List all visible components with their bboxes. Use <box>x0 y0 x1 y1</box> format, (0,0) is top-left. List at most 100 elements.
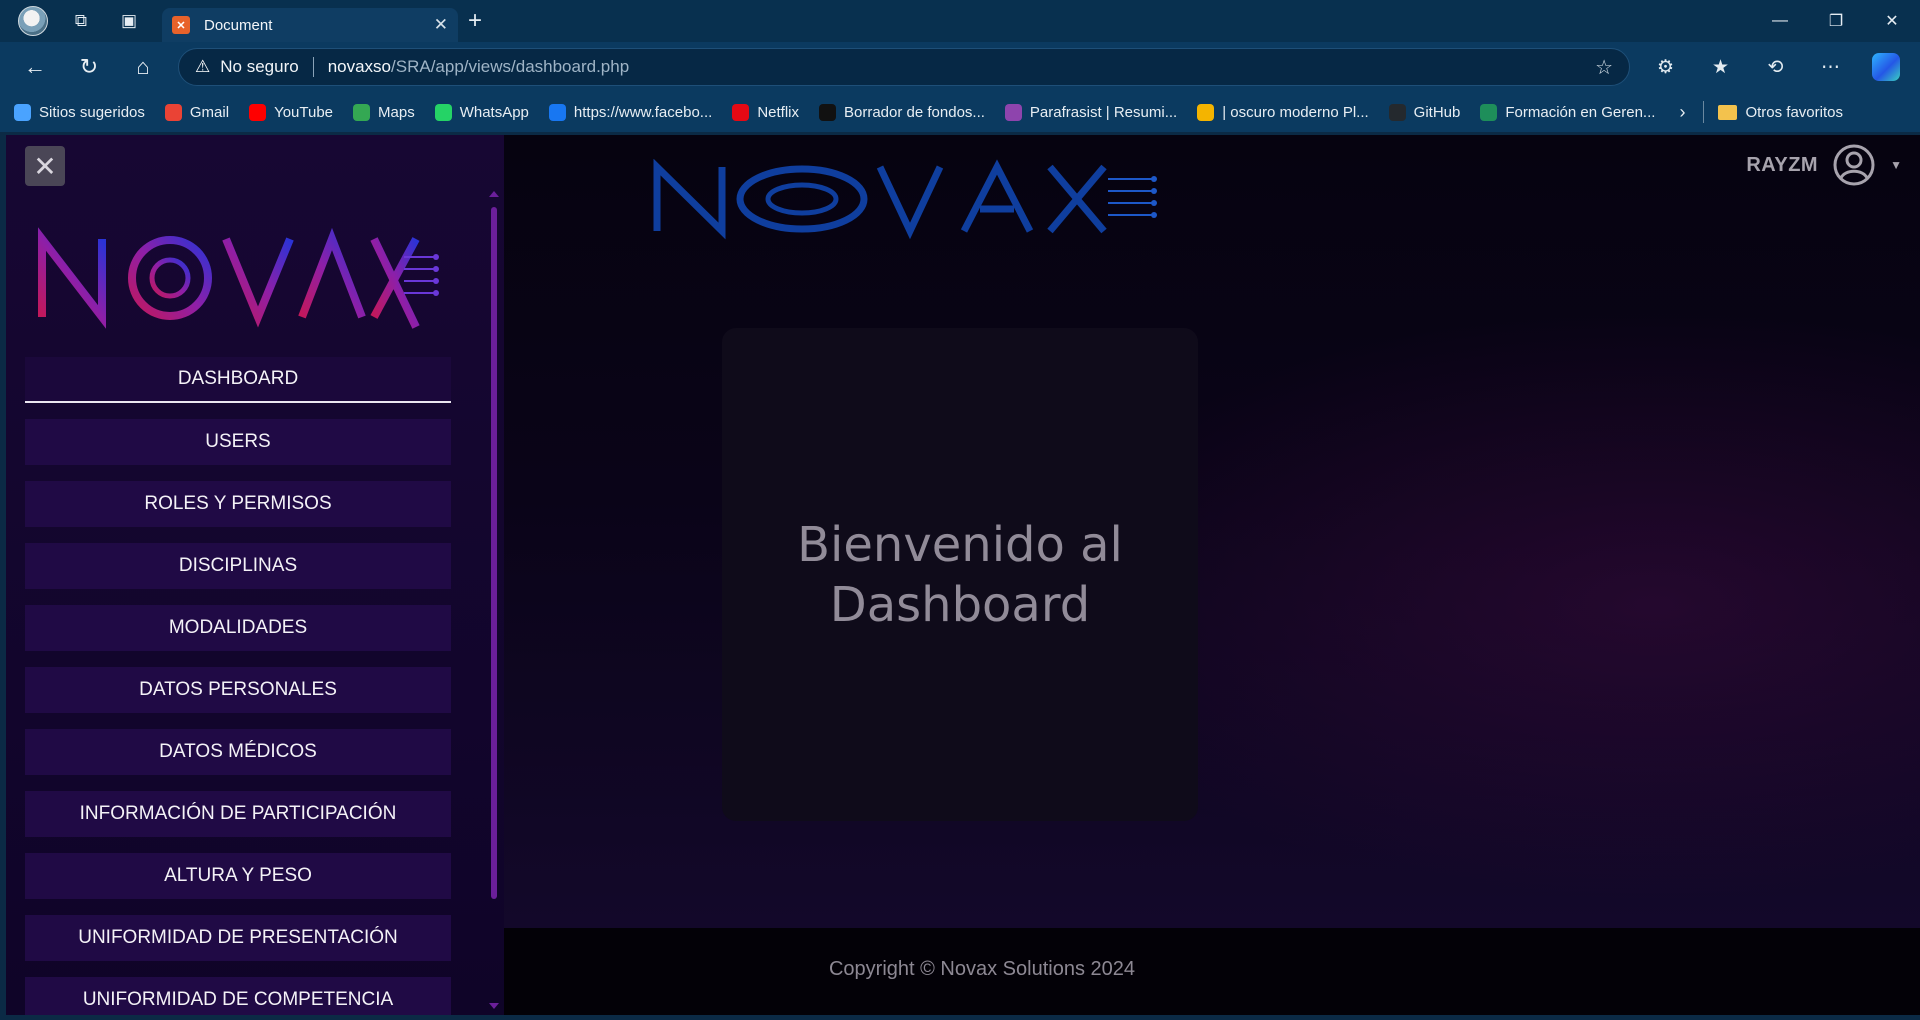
bookmark-label: Gmail <box>189 103 230 121</box>
bookmark-item[interactable]: Gmail <box>164 103 230 121</box>
tab-close-icon[interactable]: ✕ <box>434 15 448 35</box>
user-avatar-icon[interactable] <box>1832 143 1876 187</box>
bookmark-label: Borrador de fondos... <box>844 103 985 121</box>
sidebar-item-dashboard[interactable]: DASHBOARD <box>25 357 451 403</box>
bookmark-item[interactable]: Borrador de fondos... <box>819 103 985 121</box>
favorite-star-icon[interactable]: ☆ <box>1595 55 1613 80</box>
profile-button[interactable] <box>12 3 54 39</box>
github-icon <box>1388 103 1406 121</box>
extensions-icon[interactable]: ⚙ <box>1638 47 1693 87</box>
user-menu[interactable]: RAYZM ▼ <box>1746 143 1902 187</box>
bookmark-label: Formación en Geren... <box>1505 103 1656 121</box>
sidebar-item-label: USERS <box>205 431 271 452</box>
address-host: novaxso <box>327 57 392 76</box>
bookmark-item[interactable]: https://www.facebo... <box>548 103 713 121</box>
bookmark-label: | oscuro moderno Pl... <box>1222 103 1369 121</box>
close-window-icon[interactable]: ✕ <box>1864 0 1920 42</box>
bookmark-label: https://www.facebo... <box>573 103 713 121</box>
chevron-down-icon[interactable]: ▼ <box>1890 158 1902 172</box>
sidebar-item-label: DASHBOARD <box>177 368 299 389</box>
home-button[interactable]: ⌂ <box>116 47 170 87</box>
novax-logo <box>653 159 1157 240</box>
sidebar-item-label: DISCIPLINAS <box>178 555 298 576</box>
folder-icon <box>1718 104 1738 120</box>
bookmark-item[interactable]: Formación en Geren... <box>1480 103 1656 121</box>
sidebar-item-label: ROLES Y PERMISOS <box>144 493 332 514</box>
bookmark-item[interactable]: Netflix <box>732 103 799 121</box>
chevron-right-icon[interactable]: › <box>1679 102 1685 123</box>
minimize-icon[interactable]: — <box>1752 0 1808 42</box>
sidebar-item-label: MODALIDADES <box>168 617 308 638</box>
security-label[interactable]: No seguro <box>220 57 298 77</box>
sidebar-item-label: UNIFORMIDAD DE PRESENTACIÓN <box>78 927 398 948</box>
bookmark-item[interactable]: Maps <box>353 103 415 121</box>
bookmark-item[interactable]: YouTube <box>249 103 334 121</box>
username-label[interactable]: RAYZM <box>1746 154 1818 177</box>
bookmark-label: GitHub <box>1413 103 1461 121</box>
favorites-icon[interactable]: ★ <box>1693 47 1748 87</box>
sidebar-item-datos-personales[interactable]: DATOS PERSONALES <box>25 667 451 713</box>
sidebar-novax-logo <box>38 227 439 329</box>
sidebar-item-uniformidad-de-presentación[interactable]: UNIFORMIDAD DE PRESENTACIÓN <box>25 915 451 961</box>
close-sidebar-button[interactable]: ✕ <box>25 146 65 186</box>
history-icon[interactable]: ⟲ <box>1748 47 1803 87</box>
sidebar-item-label: UNIFORMIDAD DE COMPETENCIA <box>82 989 394 1010</box>
sidebar: ✕ DASHBOARD USERS ROLES Y PERMISOS DISCI… <box>6 135 504 1015</box>
bookmark-item[interactable]: WhatsApp <box>434 103 529 121</box>
sidebar-menu: DASHBOARD USERS ROLES Y PERMISOS DISCIPLINA… <box>25 357 451 1015</box>
profile-avatar <box>18 6 48 36</box>
youtube-icon <box>249 103 267 121</box>
bookmark-label: Parafrasist | Resumi... <box>1029 103 1178 121</box>
bookmark-item[interactable]: Sitios sugeridos <box>14 103 145 121</box>
bookmark-label: Sitios sugeridos <box>39 103 145 121</box>
bookmark-item[interactable]: Parafrasist | Resumi... <box>1004 103 1178 121</box>
new-tab-button[interactable]: + <box>468 7 482 35</box>
sidebar-item-label: INFORMACIÓN DE PARTICIPACIÓN <box>79 803 397 824</box>
reload-button[interactable]: ↻ <box>62 47 116 87</box>
browser-titlebar: ⧉ ▣ ✕ Document ✕ + — ❐ ✕ <box>0 0 1920 42</box>
warning-icon[interactable]: ⚠ <box>195 57 210 77</box>
more-menu-icon[interactable]: ⋯ <box>1803 47 1858 87</box>
copyright-text: Copyright © Novax Solutions 2024 <box>828 958 1135 980</box>
copilot-icon <box>1871 53 1900 81</box>
address-path: /SRA/app/views/dashboard.php <box>391 57 630 76</box>
tab-actions-icon[interactable]: ▣ <box>108 3 150 39</box>
sidebar-item-información-de-participación[interactable]: INFORMACIÓN DE PARTICIPACIÓN <box>25 791 451 837</box>
scroll-up-icon[interactable] <box>489 191 499 197</box>
search-icon <box>14 103 31 121</box>
copilot-button[interactable] <box>1858 47 1913 87</box>
back-button[interactable]: ← <box>8 47 62 87</box>
slides-icon <box>1197 103 1215 121</box>
bookmark-label: Maps <box>378 103 415 121</box>
address-bar[interactable]: ⚠ No seguro novaxso/SRA/app/views/dashbo… <box>178 48 1630 86</box>
bookmark-label: YouTube <box>274 103 334 121</box>
sidebar-item-users[interactable]: USERS <box>25 419 451 465</box>
sidebar-item-disciplinas[interactable]: DISCIPLINAS <box>25 543 451 589</box>
tiktok-icon <box>819 103 836 121</box>
scrollbar-thumb[interactable] <box>491 207 497 899</box>
main-content: RAYZM ▼ Bienvenido al Dashboard <box>504 135 1920 928</box>
sidebar-item-label: DATOS MÉDICOS <box>159 741 317 762</box>
browser-tab[interactable]: ✕ Document ✕ <box>162 8 458 42</box>
sidebar-item-uniformidad-de-competencia[interactable]: UNIFORMIDAD DE COMPETENCIA <box>25 977 451 1015</box>
workspaces-icon[interactable]: ⧉ <box>60 3 102 39</box>
sidebar-item-label: ALTURA Y PESO <box>164 865 312 886</box>
sidebar-scrollbar[interactable] <box>489 191 499 1011</box>
close-icon: ✕ <box>33 150 57 182</box>
other-favorites-label: Otros favoritos <box>1745 103 1843 121</box>
restore-icon[interactable]: ❐ <box>1808 0 1864 42</box>
bookmark-label: WhatsApp <box>459 103 529 121</box>
sidebar-item-altura-y-peso[interactable]: ALTURA Y PESO <box>25 853 451 899</box>
scroll-down-icon[interactable] <box>489 1003 499 1009</box>
facebook-icon <box>548 103 566 121</box>
footer: Copyright © Novax Solutions 2024 <box>504 928 1920 1015</box>
sidebar-item-datos-médicos[interactable]: DATOS MÉDICOS <box>25 729 451 775</box>
address-divider <box>312 57 314 77</box>
sidebar-item-roles-y-permisos[interactable]: ROLES Y PERMISOS <box>25 481 451 527</box>
bookmark-item[interactable]: | oscuro moderno Pl... <box>1197 103 1369 121</box>
welcome-card: Bienvenido al Dashboard <box>722 328 1198 821</box>
other-favorites-folder[interactable]: Otros favoritos <box>1718 104 1843 121</box>
bookmark-item[interactable]: GitHub <box>1388 103 1461 121</box>
tab-title: Document <box>204 16 273 34</box>
sidebar-item-modalidades[interactable]: MODALIDADES <box>25 605 451 651</box>
